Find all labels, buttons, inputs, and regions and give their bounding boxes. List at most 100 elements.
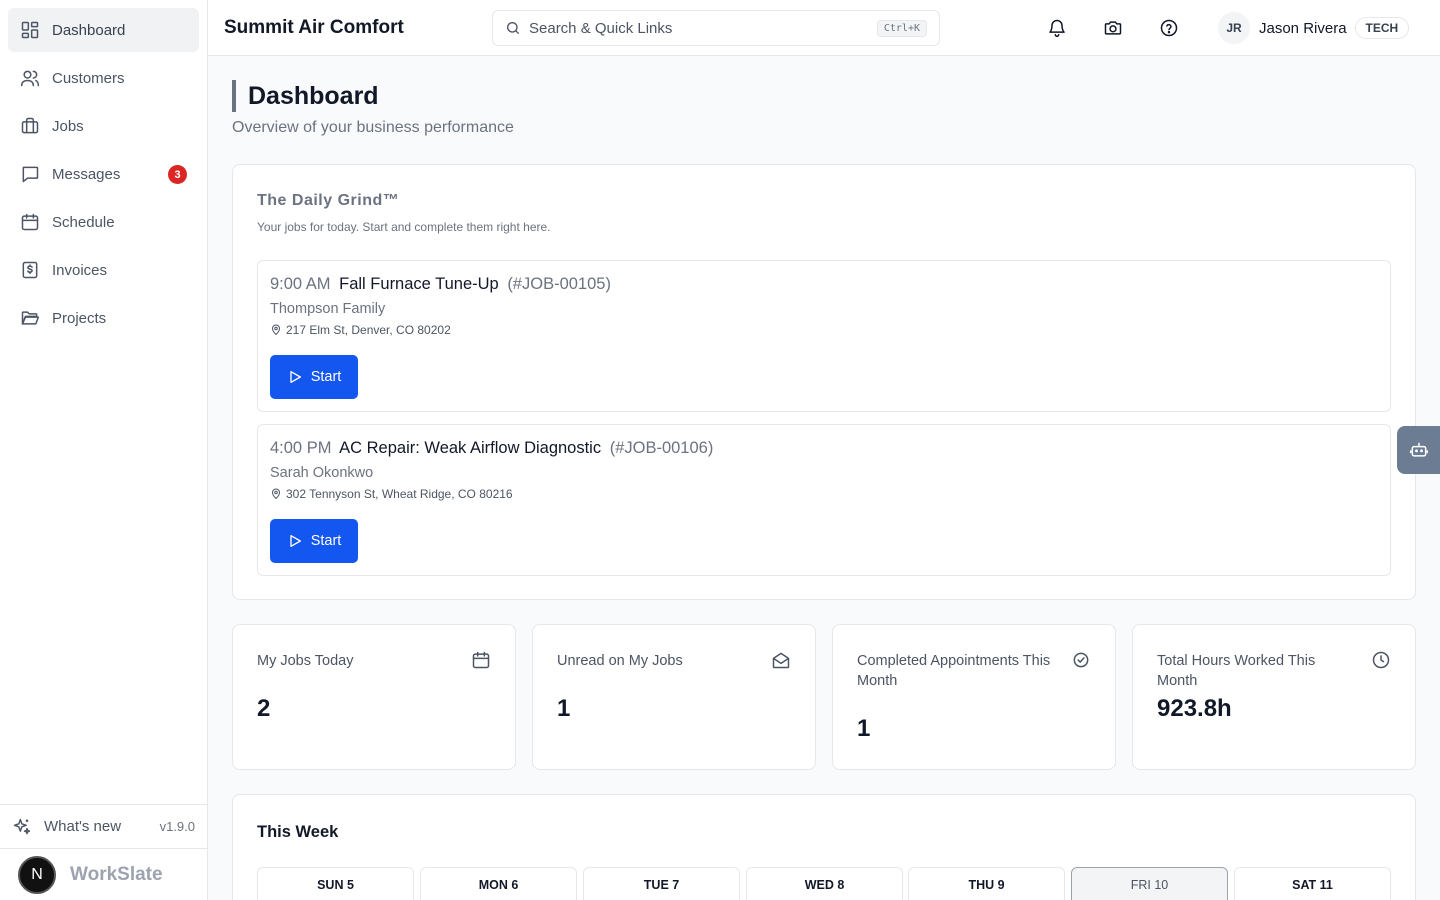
job-customer[interactable]: Sarah Okonkwo <box>270 465 373 481</box>
brand-avatar[interactable]: N <box>18 855 56 894</box>
job-number: (#JOB-00105) <box>507 275 611 293</box>
stat-card-hours[interactable]: Total Hours Worked This Month 923.8h <box>1132 624 1416 770</box>
job-customer[interactable]: Thompson Family <box>270 301 385 317</box>
mail-open-icon <box>771 650 791 670</box>
map-pin-icon <box>270 488 282 500</box>
camera-button[interactable] <box>1101 16 1125 40</box>
sidebar: Dashboard Customers Jobs Messages 3 Sche… <box>0 0 208 900</box>
job-heading: 4:00 PM AC Repair: Weak Airflow Diagnost… <box>270 439 713 458</box>
sidebar-item-label: Messages <box>52 165 121 183</box>
calendar-icon <box>20 212 40 232</box>
invoice-icon <box>20 260 40 280</box>
sidebar-item-label: Schedule <box>52 213 115 231</box>
sparkles-icon <box>12 817 32 837</box>
daily-grind-subtitle: Your jobs for today. Start and complete … <box>257 220 551 234</box>
user-menu[interactable]: JR Jason Rivera TECH <box>1218 12 1410 44</box>
start-job-button[interactable]: Start <box>270 519 358 563</box>
avatar: JR <box>1218 12 1250 44</box>
job-address[interactable]: 302 Tennyson St, Wheat Ridge, CO 80216 <box>270 487 513 501</box>
message-icon <box>20 164 40 184</box>
sidebar-item-messages[interactable]: Messages 3 <box>8 152 199 196</box>
brand-logo-text: WorkSlate <box>70 863 163 885</box>
search-input[interactable] <box>529 19 877 37</box>
help-circle-icon <box>1159 18 1179 38</box>
camera-icon <box>1103 18 1123 38</box>
main-content: Dashboard Overview of your business perf… <box>208 56 1440 900</box>
help-button[interactable] <box>1157 16 1181 40</box>
role-badge: TECH <box>1354 17 1410 39</box>
this-week-title: This Week <box>257 823 339 841</box>
map-pin-icon <box>270 324 282 336</box>
job-title[interactable]: AC Repair: Weak Airflow Diagnostic <box>339 439 601 457</box>
job-heading: 9:00 AM Fall Furnace Tune-Up (#JOB-00105… <box>270 275 611 294</box>
stat-label: Total Hours Worked This Month <box>1157 653 1316 689</box>
folder-icon <box>20 308 40 328</box>
stat-value: 1 <box>857 715 871 742</box>
start-button-label: Start <box>310 369 342 385</box>
job-number: (#JOB-00106) <box>609 439 714 457</box>
start-job-button[interactable]: Start <box>270 355 358 399</box>
job-card: 4:00 PM AC Repair: Weak Airflow Diagnost… <box>257 424 1391 576</box>
stat-label: Completed Appointments This Month <box>857 653 1051 689</box>
stat-value: 923.8h <box>1157 695 1232 722</box>
this-week-card: This Week SUN 5 MON 6 TUE 7 WED 8 THU 9 … <box>232 794 1416 900</box>
sidebar-item-label: Invoices <box>52 261 108 279</box>
stat-card-completed[interactable]: Completed Appointments This Month 1 <box>832 624 1116 770</box>
users-icon <box>20 68 40 88</box>
play-icon <box>287 533 303 549</box>
sidebar-item-label: Projects <box>52 309 107 327</box>
day-column-fri-today[interactable]: FRI 10 <box>1071 867 1228 900</box>
whats-new-label: What's new <box>44 818 122 835</box>
bell-icon <box>1047 18 1067 38</box>
stat-card-unread[interactable]: Unread on My Jobs 1 <box>532 624 816 770</box>
page-title: Dashboard <box>232 80 379 112</box>
sidebar-item-invoices[interactable]: Invoices <box>8 248 199 292</box>
stat-card-jobs-today[interactable]: My Jobs Today 2 <box>232 624 516 770</box>
job-address-text: 302 Tennyson St, Wheat Ridge, CO 80216 <box>286 487 513 501</box>
check-circle-icon <box>1071 650 1091 670</box>
job-card: 9:00 AM Fall Furnace Tune-Up (#JOB-00105… <box>257 260 1391 412</box>
sidebar-item-jobs[interactable]: Jobs <box>8 104 199 148</box>
sidebar-item-schedule[interactable]: Schedule <box>8 200 199 244</box>
assistant-tab[interactable] <box>1397 426 1440 474</box>
top-header: Summit Air Comfort Ctrl+K JR Jason River… <box>208 0 1440 56</box>
company-name: Summit Air Comfort <box>224 17 404 38</box>
whats-new-link[interactable]: What's new v1.9.0 <box>0 804 207 848</box>
day-column-sat[interactable]: SAT 11 <box>1234 867 1391 900</box>
search-icon <box>505 20 521 36</box>
stat-value: 2 <box>257 695 271 722</box>
calendar-icon <box>471 650 491 670</box>
stat-label: Unread on My Jobs <box>557 653 683 669</box>
sidebar-nav: Dashboard Customers Jobs Messages 3 Sche… <box>0 0 207 352</box>
job-title[interactable]: Fall Furnace Tune-Up <box>339 275 499 293</box>
unread-count-badge: 3 <box>168 165 187 184</box>
job-address[interactable]: 217 Elm St, Denver, CO 80202 <box>270 323 451 337</box>
page-subtitle: Overview of your business performance <box>232 119 514 136</box>
sidebar-item-projects[interactable]: Projects <box>8 296 199 340</box>
sidebar-item-label: Dashboard <box>52 21 126 39</box>
notifications-button[interactable] <box>1045 16 1069 40</box>
job-time: 9:00 AM <box>270 275 331 293</box>
day-column-wed[interactable]: WED 8 <box>746 867 903 900</box>
day-column-thu[interactable]: THU 9 <box>908 867 1065 900</box>
job-time: 4:00 PM <box>270 439 332 457</box>
play-icon <box>287 369 303 385</box>
start-button-label: Start <box>310 533 342 549</box>
search-bar[interactable]: Ctrl+K <box>492 10 940 46</box>
briefcase-icon <box>20 116 40 136</box>
sidebar-item-label: Jobs <box>52 117 84 135</box>
sidebar-item-label: Customers <box>52 69 125 87</box>
dashboard-icon <box>20 20 40 40</box>
stat-value: 1 <box>557 695 571 722</box>
day-column-sun[interactable]: SUN 5 <box>257 867 414 900</box>
day-column-mon[interactable]: MON 6 <box>420 867 577 900</box>
sidebar-item-dashboard[interactable]: Dashboard <box>8 8 199 52</box>
clock-icon <box>1371 650 1391 670</box>
brand-footer: N WorkSlate <box>0 848 207 900</box>
sidebar-footer: What's new v1.9.0 N WorkSlate <box>0 804 207 900</box>
bot-icon <box>1409 440 1429 460</box>
sidebar-item-customers[interactable]: Customers <box>8 56 199 100</box>
stat-label: My Jobs Today <box>257 653 354 669</box>
day-column-tue[interactable]: TUE 7 <box>583 867 740 900</box>
daily-grind-card: The Daily Grind™ Your jobs for today. St… <box>232 164 1416 600</box>
